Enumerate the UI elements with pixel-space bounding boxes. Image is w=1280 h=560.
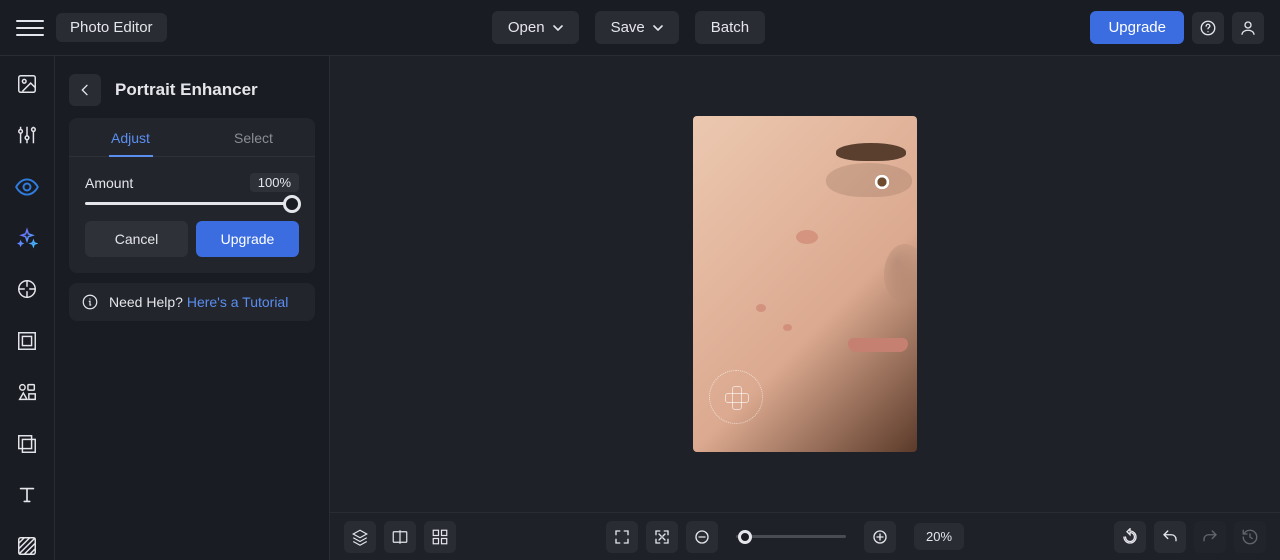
panel-title: Portrait Enhancer <box>115 80 258 100</box>
history-button[interactable] <box>1234 521 1266 553</box>
plus-watermark-icon <box>709 370 763 424</box>
zoom-in-button[interactable] <box>864 521 896 553</box>
panel-back-button[interactable] <box>69 74 101 106</box>
account-button[interactable] <box>1232 12 1264 44</box>
rail-frame-icon[interactable] <box>13 327 41 354</box>
rail-texture-icon[interactable] <box>13 533 41 560</box>
fit-button[interactable] <box>646 521 678 553</box>
rail-sticker-icon[interactable] <box>13 276 41 303</box>
chevron-down-icon <box>653 25 663 31</box>
amount-slider-thumb[interactable] <box>283 195 301 213</box>
tool-rail <box>0 56 55 560</box>
tab-select[interactable]: Select <box>192 118 315 156</box>
help-card: Need Help? Here's a Tutorial <box>69 283 315 321</box>
rail-eye-icon[interactable] <box>13 173 41 200</box>
panel-upgrade-button[interactable]: Upgrade <box>196 221 299 257</box>
batch-button-label: Batch <box>711 19 749 36</box>
amount-slider[interactable] <box>85 202 299 205</box>
help-text: Need Help? Here's a Tutorial <box>109 294 288 310</box>
batch-button[interactable]: Batch <box>695 11 765 44</box>
amount-value[interactable]: 100% <box>250 173 299 192</box>
bottombar: 20% <box>330 512 1280 560</box>
undo-button[interactable] <box>1154 521 1186 553</box>
save-button-label: Save <box>611 19 645 36</box>
rail-overlay-icon[interactable] <box>13 430 41 457</box>
cancel-button[interactable]: Cancel <box>85 221 188 257</box>
hamburger-menu-button[interactable] <box>16 14 44 42</box>
rail-image-icon[interactable] <box>13 70 41 97</box>
rail-shapes-icon[interactable] <box>13 378 41 405</box>
chevron-down-icon <box>553 25 563 31</box>
upgrade-button[interactable]: Upgrade <box>1090 11 1184 44</box>
zoom-percent[interactable]: 20% <box>914 523 964 550</box>
canvas-image[interactable] <box>693 116 917 452</box>
canvas-area: 20% <box>330 56 1280 560</box>
reset-button[interactable] <box>1114 521 1146 553</box>
panel: Portrait Enhancer Adjust Select Amount 1… <box>55 56 330 560</box>
help-button[interactable] <box>1192 12 1224 44</box>
panel-card: Adjust Select Amount 100% Cancel Upgrade <box>69 118 315 273</box>
topbar: Photo Editor Open Save Batch Upgrade <box>0 0 1280 56</box>
tab-adjust[interactable]: Adjust <box>69 118 192 156</box>
zoom-out-button[interactable] <box>686 521 718 553</box>
amount-label: Amount <box>85 175 133 191</box>
rail-text-icon[interactable] <box>13 481 41 508</box>
rail-sparkle-icon[interactable] <box>13 224 41 251</box>
zoom-slider[interactable] <box>736 535 846 538</box>
rail-adjust-icon[interactable] <box>13 121 41 148</box>
compare-button[interactable] <box>384 521 416 553</box>
layers-button[interactable] <box>344 521 376 553</box>
help-tutorial-link[interactable]: Here's a Tutorial <box>187 294 289 310</box>
app-title[interactable]: Photo Editor <box>56 13 167 42</box>
fullscreen-button[interactable] <box>606 521 638 553</box>
grid-button[interactable] <box>424 521 456 553</box>
save-button[interactable]: Save <box>595 11 679 44</box>
info-icon <box>81 293 99 311</box>
help-prefix: Need Help? <box>109 294 187 310</box>
redo-button[interactable] <box>1194 521 1226 553</box>
open-button-label: Open <box>508 19 545 36</box>
zoom-slider-thumb[interactable] <box>738 530 752 544</box>
open-button[interactable]: Open <box>492 11 579 44</box>
